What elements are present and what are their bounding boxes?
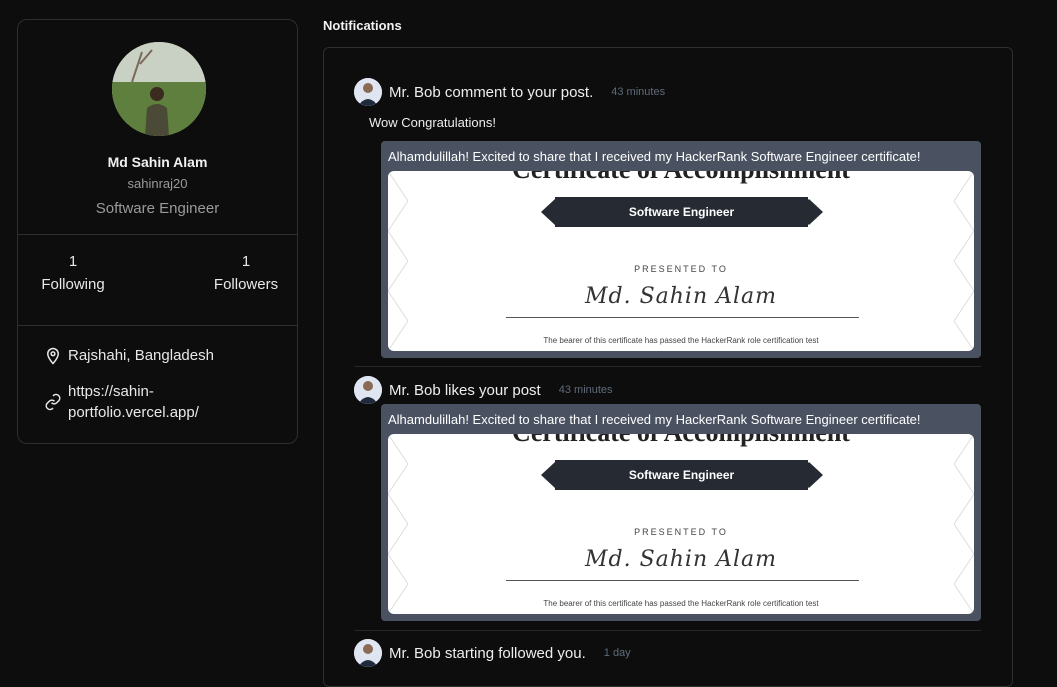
- comment-text: Wow Congratulations!: [369, 115, 496, 130]
- certificate-footer: The bearer of this certificate has passe…: [543, 336, 819, 345]
- notification-time: 43 minutes: [558, 384, 613, 396]
- notification-item[interactable]: Mr. Bob comment to your post. 43 minutes: [354, 78, 665, 106]
- profile-username: sahinraj20: [127, 176, 188, 191]
- certificate-presented: PRESENTED TO: [634, 264, 728, 274]
- notification-time: 1 day: [603, 647, 631, 659]
- map-pin-icon: [46, 347, 60, 365]
- post-caption: Alhamdulillah! Excited to share that I r…: [388, 149, 921, 164]
- certificate-role: Software Engineer: [555, 197, 808, 227]
- location-row: Rajshahi, Bangladesh: [44, 347, 214, 365]
- notification-item[interactable]: Mr. Bob starting followed you. 1 day: [354, 639, 631, 667]
- certificate-image: Certificate of Accomplishment Software E…: [388, 434, 974, 614]
- website-row[interactable]: https://sahin-portfolio.vercel.app/: [44, 381, 218, 423]
- followers-count: 1: [241, 253, 251, 270]
- notification-text: Mr. Bob starting followed you.: [389, 644, 586, 662]
- notification-time: 43 minutes: [611, 86, 666, 98]
- avatar[interactable]: [354, 376, 382, 404]
- post-caption: Alhamdulillah! Excited to share that I r…: [388, 412, 921, 427]
- divider: [354, 366, 981, 367]
- followers-stat[interactable]: 1 Followers: [211, 253, 281, 293]
- post-preview[interactable]: Alhamdulillah! Excited to share that I r…: [381, 141, 981, 358]
- post-preview[interactable]: Alhamdulillah! Excited to share that I r…: [381, 404, 981, 621]
- website-link[interactable]: https://sahin-portfolio.vercel.app/: [68, 381, 218, 423]
- following-count: 1: [68, 253, 78, 270]
- signature-line: [506, 580, 859, 581]
- certificate-image: Certificate of Accomplishment Software E…: [388, 171, 974, 351]
- profile-title: Software Engineer: [95, 200, 220, 217]
- following-label: Following: [41, 276, 105, 293]
- certificate-footer: The bearer of this certificate has passe…: [543, 599, 819, 608]
- certificate-role: Software Engineer: [555, 460, 808, 490]
- link-icon: [45, 393, 61, 411]
- notification-item[interactable]: Mr. Bob likes your post 43 minutes: [354, 376, 613, 404]
- divider: [18, 325, 297, 326]
- notifications-heading: Notifications: [323, 18, 402, 33]
- certificate-heading: Certificate of Accomplishment: [388, 434, 974, 448]
- divider: [354, 630, 981, 631]
- certificate-recipient: Md. Sahin Alam: [584, 547, 778, 572]
- profile-name: Md Sahin Alam: [107, 154, 208, 170]
- certificate-recipient: Md. Sahin Alam: [584, 284, 778, 309]
- notification-text: Mr. Bob likes your post: [389, 381, 541, 399]
- notification-text: Mr. Bob comment to your post.: [389, 83, 594, 101]
- profile-avatar[interactable]: [112, 42, 206, 136]
- profile-card: Md Sahin Alam sahinraj20 Software Engine…: [17, 19, 298, 444]
- followers-label: Followers: [213, 276, 279, 293]
- certificate-heading: Certificate of Accomplishment: [388, 171, 974, 185]
- signature-line: [506, 317, 859, 318]
- following-stat[interactable]: 1 Following: [40, 253, 106, 293]
- certificate-presented: PRESENTED TO: [634, 527, 728, 537]
- avatar[interactable]: [354, 78, 382, 106]
- location-text: Rajshahi, Bangladesh: [68, 347, 214, 364]
- divider: [18, 234, 297, 235]
- avatar[interactable]: [354, 639, 382, 667]
